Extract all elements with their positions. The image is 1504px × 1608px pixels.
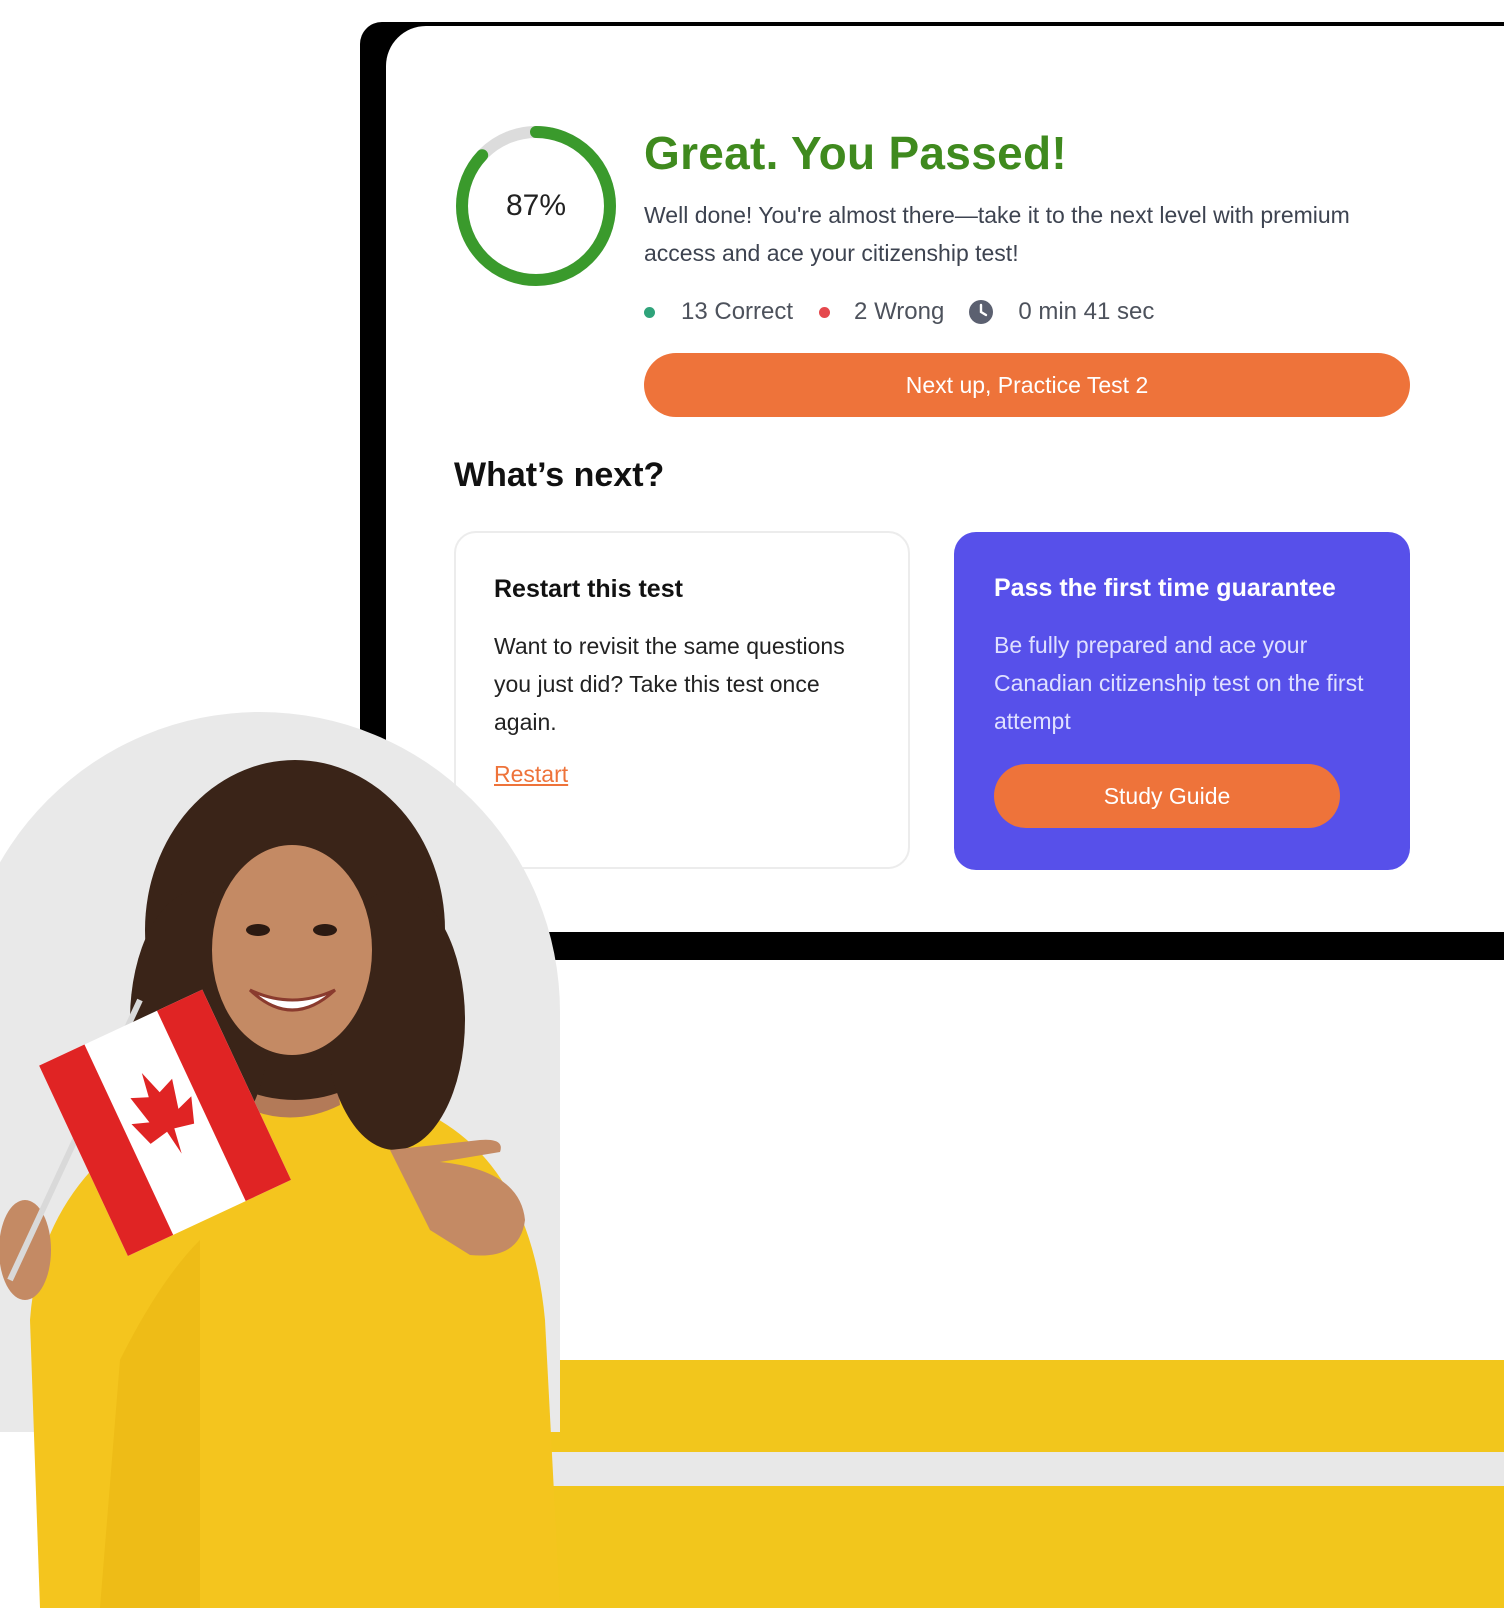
wrong-dot-icon — [819, 306, 831, 318]
result-message: Well done! You're almost there—take it t… — [644, 202, 1350, 266]
next-practice-test-button[interactable]: Next up, Practice Test 2 — [644, 353, 1410, 417]
study-guide-button[interactable]: Study Guide — [994, 764, 1340, 828]
correct-count: 13 Correct — [681, 298, 794, 325]
woman-holding-canadian-flag-image — [0, 760, 560, 1608]
clock-icon — [969, 300, 994, 324]
result-title: Great. You Passed! — [644, 127, 1067, 179]
whats-next-heading: What’s next? — [454, 456, 665, 494]
result-stats: 13 Correct 2 Wrong 0 min 41 sec — [644, 298, 1154, 326]
wrong-count: 2 Wrong — [854, 298, 945, 325]
guarantee-card-title: Pass the first time guarantee — [994, 574, 1336, 602]
restart-card-title: Restart this test — [494, 575, 683, 603]
restart-card-body: Want to revisit the same questions you j… — [494, 633, 845, 735]
guarantee-card-body: Be fully prepared and ace your Canadian … — [994, 632, 1364, 734]
elapsed-time: 0 min 41 sec — [1018, 298, 1155, 325]
score-percent: 87% — [505, 189, 567, 222]
correct-dot-icon — [644, 306, 655, 318]
guarantee-card: Pass the first time guarantee Be fully p… — [954, 532, 1410, 870]
decorative-band-gap — [500, 1452, 1504, 1486]
